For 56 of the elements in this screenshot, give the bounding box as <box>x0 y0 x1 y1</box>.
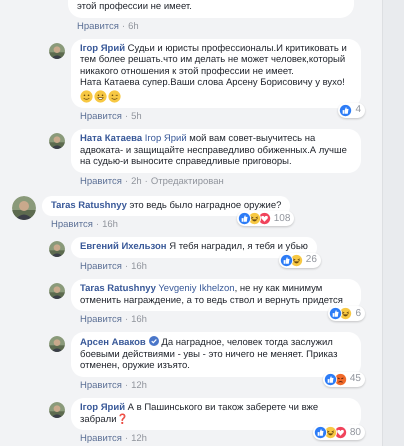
author-link[interactable]: Арсен Аваков <box>80 337 146 348</box>
author-link[interactable]: Ната Катаева <box>80 132 142 144</box>
reaction-count: 108 <box>274 212 290 225</box>
reactions-pill[interactable]: 80 <box>312 425 365 440</box>
reaction-count: 4 <box>355 104 361 116</box>
meta-link[interactable]: 5h <box>131 110 142 122</box>
comment-text: Ната Катаева Ігор Ярий мой вам совет-выучитесь на адвоката- и защищайте несправедливо обиженных.А лучше на судью-и выносите справедливые приговоры. <box>80 132 348 168</box>
comment-text: Ігор Ярий Судьи и юристы профессионалы.И критиковать и тем более решать.что им делать не может человек,который никакого отношения к этой профессии не имеет. <box>80 42 348 78</box>
author-link[interactable]: Taras Ratushnyy <box>80 282 156 294</box>
like-link[interactable]: Нравится <box>80 380 122 391</box>
comment-text: Евгений Ихельзон Я тебя наградил, я тебя и убью <box>80 241 308 253</box>
separator-dot: · <box>144 176 148 187</box>
separator-dot: · <box>96 219 100 230</box>
author-link[interactable]: Евгений Ихельзон <box>80 241 167 252</box>
reactions-pill[interactable]: 45 <box>322 372 365 387</box>
comment-text: Арсен Аваков Да наградное, человек тогда заслужил боевыми действиями - увы - это ничего не меняет. Приказ отменен, оружие изъято. <box>80 336 338 372</box>
meta-link[interactable]: 12h <box>131 433 147 444</box>
reaction-count: 45 <box>350 373 361 386</box>
like-link[interactable]: Нравится <box>80 314 122 326</box>
comment-text: Ната Катаева супер.Ваши слова Арсену Борисовичу у вухо! <box>80 77 346 89</box>
meta-link[interactable]: 6h <box>128 20 139 32</box>
reactions-pill[interactable]: 26 <box>278 252 321 268</box>
author-link[interactable]: Ігор Ярий <box>80 402 126 413</box>
separator-dot: · <box>122 20 126 32</box>
separator-dot: · <box>124 380 128 391</box>
reactions-pill[interactable]: 108 <box>236 211 294 226</box>
comment-text: этой профессии не имеет. <box>77 1 193 13</box>
separator-dot: · <box>124 260 128 272</box>
reaction-count: 26 <box>306 254 317 266</box>
author-link[interactable]: Ігор Ярий <box>80 42 126 54</box>
separator-dot: · <box>124 314 128 326</box>
like-link[interactable]: Нравится <box>77 20 119 32</box>
author-link[interactable]: Taras Ratushnyy <box>51 200 127 211</box>
meta-link[interactable]: 16h <box>131 314 147 326</box>
separator-dot: · <box>124 433 128 444</box>
meta-link[interactable]: 2h <box>131 176 142 187</box>
mention-link[interactable]: Ігор Ярий <box>144 132 187 144</box>
reaction-count: 80 <box>350 426 361 439</box>
separator-dot: · <box>124 176 128 187</box>
meta-link[interactable]: Отредактирован <box>150 176 224 187</box>
like-link[interactable]: Нравится <box>80 433 122 444</box>
reactions-pill[interactable]: 6 <box>328 306 365 322</box>
mention-link[interactable]: Yevgeniy Ikhelzon <box>158 282 235 294</box>
reaction-count: 6 <box>355 308 361 320</box>
comment-text: Taras Ratushnyy это ведь было наградное оружие? <box>51 200 282 212</box>
meta-link[interactable]: 12h <box>131 380 147 391</box>
comment-text: Ігор Ярий А в Пашинського ви також заберете чи вже забрали❓ <box>80 402 320 426</box>
meta-link[interactable]: 16h <box>102 219 118 230</box>
like-link[interactable]: Нравится <box>80 176 122 187</box>
separator-dot: · <box>124 110 128 122</box>
meta-link[interactable]: 16h <box>131 260 147 272</box>
like-link[interactable]: Нравится <box>80 110 122 122</box>
like-link[interactable]: Нравится <box>80 260 122 272</box>
comment-text: Taras Ratushnyy Yevgeniy Ikhelzon, не ну как минимум отменить награждение, а то ведь ствол и вернуть придется <box>80 282 344 306</box>
like-link[interactable]: Нравится <box>51 219 93 230</box>
reactions-pill[interactable]: 4 <box>338 102 365 118</box>
